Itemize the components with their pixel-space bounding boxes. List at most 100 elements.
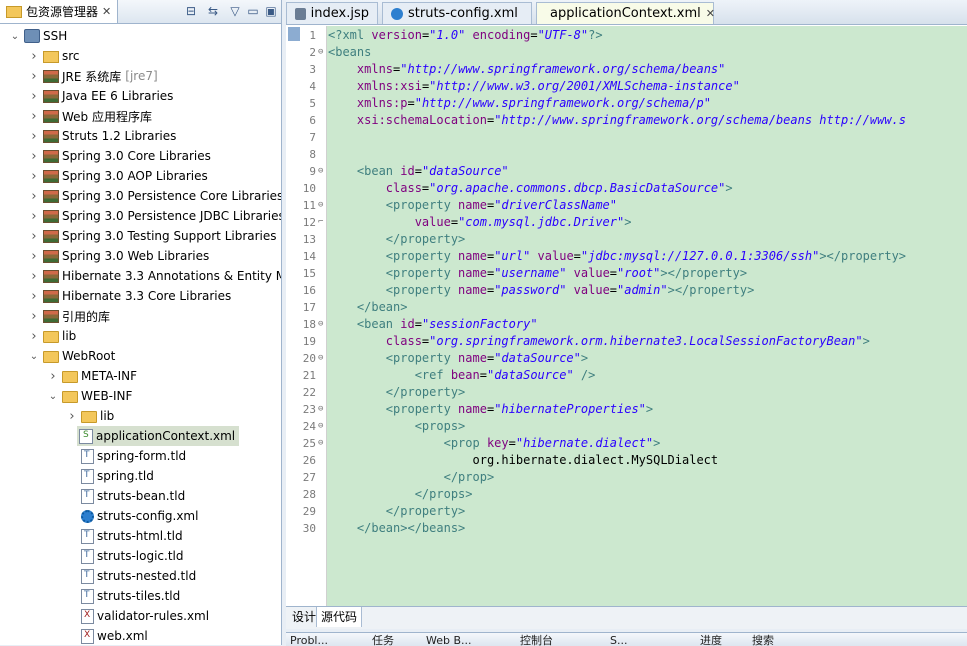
chevron-down-icon[interactable]: ⌄ (8, 29, 22, 43)
editor-mode-tab[interactable]: 源代码 (316, 607, 363, 627)
tree-item[interactable]: ⌄ WebRoot (0, 346, 115, 366)
tree-item[interactable]: › Web 应用程序库 (0, 106, 152, 126)
tree-item[interactable]: › Hibernate 3.3 Annotations & Entity M (0, 266, 281, 286)
tree-item[interactable]: validator-rules.xml (0, 606, 209, 626)
line-number: 5 (309, 97, 316, 110)
code-line: </property> (328, 503, 465, 520)
maximize-icon[interactable]: ▣ (264, 4, 278, 18)
chevron-right-icon[interactable]: › (27, 189, 41, 204)
tree-item[interactable]: › Spring 3.0 Testing Support Libraries (0, 226, 276, 246)
close-icon[interactable]: ✕ (706, 7, 715, 20)
fold-toggle-icon[interactable]: ⊖ (318, 439, 325, 448)
line-number: 12 (302, 216, 316, 229)
fold-toggle-icon[interactable]: ⊖ (318, 320, 325, 329)
tree-item[interactable]: ⌄ SSH (0, 26, 67, 46)
fold-toggle-icon[interactable]: ⊖ (318, 354, 325, 363)
tree-item[interactable]: › lib (0, 326, 76, 346)
chevron-right-icon[interactable]: › (65, 409, 79, 424)
bottom-panel-tab[interactable]: 进度 (700, 634, 722, 646)
code-token: ></property> (660, 266, 748, 280)
tree-item[interactable]: › Spring 3.0 Persistence JDBC Libraries (0, 206, 281, 226)
chevron-right-icon[interactable]: › (27, 309, 41, 324)
fold-toggle-icon[interactable]: ⊖ (318, 405, 325, 414)
tree-item[interactable]: › src (0, 46, 79, 66)
tree-item[interactable]: › 引用的库 (0, 306, 110, 326)
chevron-right-icon[interactable]: › (27, 149, 41, 164)
code-token: "url" (494, 249, 531, 263)
spring-xml-icon (79, 428, 93, 444)
chevron-right-icon[interactable]: › (27, 129, 41, 144)
tree-item-suffix: [jre7] (125, 69, 158, 83)
code-token: "http://www.w3.org/2001/XMLSchema-instan… (429, 79, 740, 93)
chevron-right-icon[interactable]: › (27, 49, 41, 64)
link-with-editor-icon[interactable]: ⇆ (206, 4, 220, 18)
chevron-right-icon[interactable]: › (27, 229, 41, 244)
editor-tab[interactable]: applicationContext.xml ✕ (536, 2, 715, 24)
tree-item[interactable]: ⌄ WEB-INF (0, 386, 132, 406)
tree-item[interactable]: spring.tld (0, 466, 154, 486)
line-number-gutter: 1 2 3 4 5 6 7 8 9 10 11 12 13 14 15 16 17 18 19 20 21 22 23 24 2… (286, 26, 327, 606)
code-line: <beans (328, 44, 371, 61)
code-token: name (458, 249, 487, 263)
bottom-panel-tab[interactable]: 控制台 (520, 634, 553, 646)
tree-item[interactable]: struts-logic.tld (0, 546, 183, 566)
tree-item[interactable]: › JRE 系统库 [jre7] (0, 66, 158, 86)
chevron-right-icon[interactable]: › (27, 329, 41, 344)
tree-item[interactable]: spring-form.tld (0, 446, 186, 466)
explorer-tab[interactable]: 包资源管理器 ✕ (0, 0, 119, 23)
chevron-right-icon[interactable]: › (27, 249, 41, 264)
code-token: id (400, 164, 415, 178)
tree-item[interactable]: struts-bean.tld (0, 486, 185, 506)
chevron-right-icon[interactable]: › (27, 69, 41, 84)
bottom-panel-tab[interactable]: Web B... (426, 634, 472, 646)
tree-item[interactable]: › lib (0, 406, 114, 426)
library-icon (43, 149, 59, 163)
tree-item[interactable]: struts-tiles.tld (0, 586, 180, 606)
xml-source-editor[interactable]: 1 2 3 4 5 6 7 8 9 10 11 12 13 14 15 16 17 18 19 20 21 22 23 24 2… (286, 26, 967, 606)
code-token: "password" (494, 283, 567, 297)
editor-tab[interactable]: index.jsp (286, 2, 378, 24)
fold-toggle-icon[interactable]: ⊖ (318, 201, 325, 210)
chevron-down-icon[interactable]: ⌄ (27, 349, 41, 363)
library-icon (43, 129, 59, 143)
view-menu-chevron-down-icon[interactable]: ▽ (228, 4, 242, 18)
line-number: 28 (302, 488, 316, 501)
fold-toggle-icon[interactable]: ⊖ (318, 167, 325, 176)
bottom-panel-tab[interactable]: Probl... (290, 634, 328, 646)
fold-toggle-icon[interactable]: ⊖ (318, 48, 325, 57)
tree-item[interactable]: applicationContext.xml (77, 426, 240, 446)
minimize-icon[interactable]: ▭ (246, 4, 260, 18)
fold-end-icon: ⌐ (318, 217, 324, 227)
tree-item[interactable]: › Spring 3.0 Web Libraries (0, 246, 209, 266)
chevron-right-icon[interactable]: › (27, 209, 41, 224)
editor-tab[interactable]: struts-config.xml (382, 2, 532, 24)
tree-item[interactable]: web.xml (0, 626, 148, 645)
tld-file-icon (81, 548, 94, 564)
chevron-right-icon[interactable]: › (27, 109, 41, 124)
chevron-right-icon[interactable]: › (27, 269, 41, 284)
tree-item[interactable]: › Struts 1.2 Libraries (0, 126, 176, 146)
tree-item[interactable]: › META-INF (0, 366, 137, 386)
bottom-panel-tab[interactable]: S... (610, 634, 627, 646)
close-icon[interactable]: ✕ (102, 5, 111, 18)
tree-item-label: struts-bean.tld (97, 489, 186, 503)
collapse-all-icon[interactable]: ⊟ (184, 4, 198, 18)
code-token: xsi:schemaLocation (356, 113, 487, 127)
tree-item[interactable]: › Spring 3.0 AOP Libraries (0, 166, 207, 186)
tree-item[interactable]: struts-nested.tld (0, 566, 196, 586)
tree-item[interactable]: › Spring 3.0 Core Libraries (0, 146, 210, 166)
tree-item[interactable]: struts-html.tld (0, 526, 183, 546)
tree-item[interactable]: › Java EE 6 Libraries (0, 86, 173, 106)
chevron-right-icon[interactable]: › (27, 289, 41, 304)
bottom-panel-tab[interactable]: 搜索 (752, 634, 774, 646)
fold-toggle-icon[interactable]: ⊖ (318, 422, 325, 431)
tree-item[interactable]: struts-config.xml (0, 506, 198, 526)
chevron-right-icon[interactable]: › (27, 169, 41, 184)
bottom-panel-tab[interactable]: 任务 (372, 634, 394, 646)
chevron-right-icon[interactable]: › (46, 369, 60, 384)
tree-item[interactable]: › Spring 3.0 Persistence Core Libraries (0, 186, 281, 206)
chevron-right-icon[interactable]: › (27, 89, 41, 104)
tree-item[interactable]: › Hibernate 3.3 Core Libraries (0, 286, 231, 306)
chevron-down-icon[interactable]: ⌄ (46, 389, 60, 403)
